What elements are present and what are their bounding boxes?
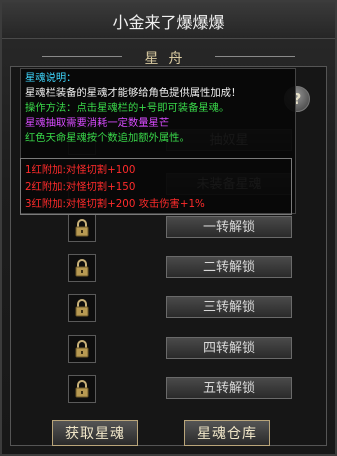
padlock-icon <box>75 380 89 398</box>
title-bar[interactable]: 小金来了爆爆爆 <box>2 2 335 39</box>
slot-label[interactable]: 四转解锁 <box>166 337 292 359</box>
locked-slot[interactable] <box>68 375 96 403</box>
star-soul-storage-button[interactable]: 星魂仓库 <box>184 420 270 446</box>
locked-slot[interactable] <box>68 335 96 363</box>
padlock-icon <box>75 219 89 237</box>
slot-label[interactable]: 三转解锁 <box>166 296 292 318</box>
slot-label[interactable]: 五转解锁 <box>166 377 292 399</box>
star-boat-window: 小金来了爆爆爆 星舟 ? 抽奴星未装备星魂一转解锁二转解锁三转解锁四转解锁五转解… <box>0 0 337 456</box>
tooltip-line: 操作方法：点击星魂栏的+号即可装备星魂。 <box>25 102 230 114</box>
tooltip-line: 星魂栏装备的星魂才能够给角色提供属性加成！ <box>25 87 242 99</box>
locked-slot[interactable] <box>68 254 96 282</box>
padlock-icon <box>75 340 89 358</box>
panel-banner: 星舟 <box>42 46 295 68</box>
get-star-soul-button[interactable]: 获取星魂 <box>52 420 138 446</box>
tooltip-line: 星魂说明： <box>25 72 77 84</box>
window-title: 小金来了爆爆爆 <box>112 13 225 32</box>
tooltip-line: 红色天命星魂按个数追加额外属性。 <box>25 132 190 144</box>
locked-slot[interactable] <box>68 294 96 322</box>
padlock-icon <box>75 299 89 317</box>
locked-slot[interactable] <box>68 214 96 242</box>
slot-label[interactable]: 一转解锁 <box>166 216 292 238</box>
panel-banner-title: 星舟 <box>144 51 193 67</box>
red-soul-bonus-box <box>20 158 292 215</box>
slot-label[interactable]: 二转解锁 <box>166 256 292 278</box>
tooltip-line: 星魂抽取需要消耗一定数量星芒 <box>25 117 170 129</box>
padlock-icon <box>75 259 89 277</box>
